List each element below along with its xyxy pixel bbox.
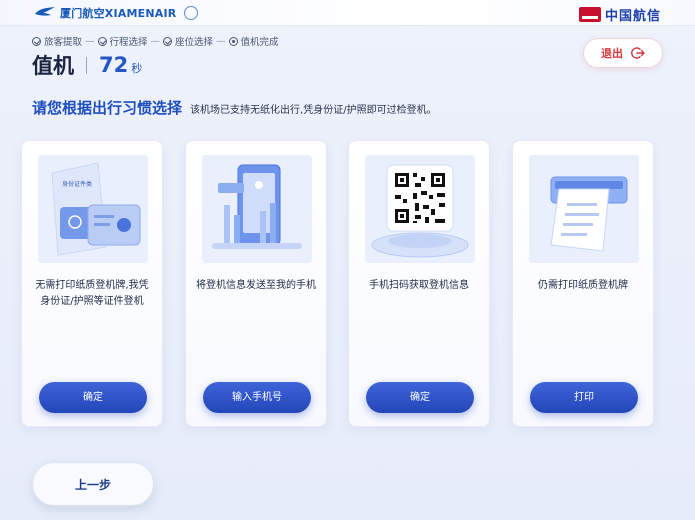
option-card-phone[interactable]: 将登机信息发送至我的手机 输入手机号: [185, 140, 327, 427]
countdown-unit: 秒: [131, 62, 143, 75]
printer-icon: [529, 155, 639, 263]
exit-button[interactable]: 退出: [583, 38, 663, 68]
check-circle-icon: [163, 36, 173, 46]
step-label: 行程选择: [109, 37, 148, 48]
step-seat: 座位选择: [163, 34, 213, 48]
option-card-id[interactable]: 身份证件类 无需打印纸质登机牌,我凭身份证/护照等证件登机 确定: [21, 140, 163, 427]
seal-icon: [184, 6, 199, 20]
step-checkin-complete: 值机完成: [228, 34, 279, 48]
travelsky-logo: 中国航信: [578, 5, 661, 24]
current-step-icon: [228, 36, 238, 46]
id-card-icon: [38, 155, 148, 263]
page-title: 值机: [32, 54, 74, 78]
step-label: 旅客提取: [44, 37, 83, 48]
id-card-label: 身份证件类: [62, 181, 93, 188]
prompt-row: 请您根据出行习惯选择 该机场已支持无纸化出行,凭身份证/护照即可过检登机。: [32, 97, 437, 118]
step-separator: —: [216, 35, 226, 47]
prompt-heading: 请您根据出行习惯选择: [32, 99, 183, 117]
option-card-print[interactable]: 仍需打印纸质登机牌 打印: [512, 140, 654, 427]
confirm-qr-button[interactable]: 确定: [366, 382, 474, 413]
divider: [86, 56, 87, 74]
option-description: 无需打印纸质登机牌,我凭身份证/护照等证件登机: [35, 280, 149, 307]
step-itinerary: 行程选择: [97, 34, 148, 48]
top-bar: 厦门航空XIAMENAIR 中国航信: [0, 0, 695, 26]
option-description: 将登机信息发送至我的手机: [196, 280, 316, 291]
progress-steps: 旅客提取 — 行程选择 — 座位选择 — 值机完成: [32, 34, 279, 48]
check-circle-icon: [32, 36, 41, 46]
title-row: 值机 72 秒: [32, 50, 142, 80]
xiamen-air-logo: 厦门航空XIAMENAIR: [34, 5, 199, 21]
phone-illustration: [202, 155, 312, 263]
step-label: 座位选择: [175, 37, 214, 48]
step-separator: —: [150, 35, 161, 47]
prompt-subtext: 该机场已支持无纸化出行,凭身份证/护照即可过检登机。: [190, 105, 437, 116]
phone-icon: [202, 155, 312, 263]
step-passenger: 旅客提取: [32, 34, 82, 48]
countdown-value: 72: [99, 53, 129, 77]
exit-label: 退出: [601, 47, 623, 60]
id-card-illustration: 身份证件类: [38, 155, 148, 263]
travelsky-mark-icon: [578, 7, 601, 22]
qr-code-icon: [365, 155, 475, 263]
enter-phone-button[interactable]: 输入手机号: [203, 382, 311, 413]
check-circle-icon: [97, 36, 107, 46]
confirm-id-button[interactable]: 确定: [39, 382, 147, 413]
option-description: 仍需打印纸质登机牌: [538, 280, 628, 291]
option-description: 手机扫码获取登机信息: [369, 280, 469, 291]
logout-icon: [631, 47, 645, 59]
printer-illustration: [529, 155, 639, 263]
qr-code-illustration: [365, 155, 475, 263]
airline-logo-text: 厦门航空XIAMENAIR: [60, 7, 177, 20]
egret-logo-icon: [35, 7, 55, 16]
step-label: 值机完成: [240, 37, 279, 48]
partner-logo-text: 中国航信: [604, 9, 661, 24]
print-button[interactable]: 打印: [530, 382, 638, 413]
step-separator: —: [85, 35, 95, 47]
back-button[interactable]: 上一步: [32, 462, 154, 506]
option-card-qr[interactable]: 手机扫码获取登机信息 确定: [348, 140, 490, 427]
